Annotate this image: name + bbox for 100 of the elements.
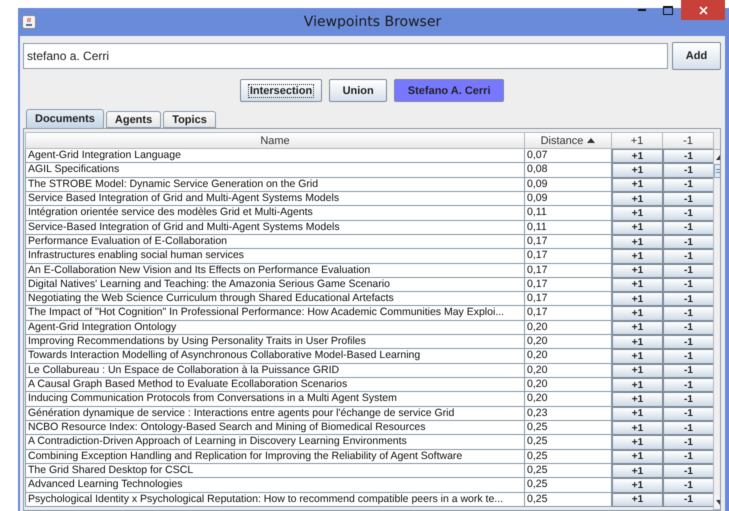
table-cell: 0,20 — [525, 392, 612, 407]
table-cell: Combining Exception Handling and Replication for Improving the Reliability of Agent Software — [25, 450, 525, 464]
table-cell: Service-Based Integration of Grid and Multi-Agent Systems Models — [25, 220, 525, 235]
upvote-button[interactable]: +1 — [612, 292, 663, 306]
upvote-button[interactable]: +1 — [612, 464, 663, 478]
table-cell: 0,20 — [525, 378, 612, 392]
downvote-button[interactable]: -1 — [663, 349, 714, 364]
table-cell: Intégration orientée service des modèles Grid et Multi-Agents — [25, 206, 525, 221]
tab[interactable]: Documents — [26, 109, 104, 128]
table-cell: 0,17 — [525, 278, 612, 292]
table-cell: 0,25 — [525, 464, 612, 478]
close-button[interactable] — [681, 0, 725, 20]
mode-button[interactable]: Intersection — [240, 79, 322, 102]
table-cell: 0,17 — [525, 234, 612, 250]
table-cell: An E-Collaboration New Vision and Its Effects on Performance Evaluation — [25, 264, 525, 278]
table-cell: A Causal Graph Based Method to Evaluate Ecollaboration Scenarios — [25, 378, 525, 392]
upvote-button[interactable]: +1 — [612, 435, 663, 450]
table-cell: The Grid Shared Desktop for CSCL — [25, 464, 525, 478]
downvote-button[interactable]: -1 — [663, 234, 714, 250]
mode-button[interactable]: Union — [329, 79, 388, 102]
search-field[interactable]: stefano a. Cerri — [23, 43, 668, 69]
cup-icon[interactable] — [22, 15, 36, 29]
table-cell: 0,11 — [525, 220, 612, 235]
downvote-button[interactable]: -1 — [663, 378, 714, 392]
upvote-button[interactable]: +1 — [612, 420, 663, 436]
table-cell: 0,17 — [525, 264, 612, 278]
downvote-button[interactable]: -1 — [663, 220, 714, 235]
table-cell: 0,09 — [525, 178, 612, 192]
upvote-button[interactable]: +1 — [612, 149, 663, 164]
table-cell: 0,25 — [525, 435, 612, 450]
downvote-button[interactable]: -1 — [663, 178, 714, 192]
downvote-button[interactable]: -1 — [663, 206, 714, 221]
table-cell: Génération dynamique de service : Interactions entre agents pour l'échange de service Grid — [25, 406, 525, 421]
upvote-button[interactable]: +1 — [612, 163, 663, 178]
table-cell: 0,23 — [525, 406, 612, 421]
downvote-button[interactable]: -1 — [663, 320, 714, 336]
downvote-button[interactable]: -1 — [663, 406, 714, 421]
downvote-button[interactable]: -1 — [663, 192, 714, 206]
add-button[interactable]: Add — [672, 42, 721, 70]
upvote-button[interactable]: +1 — [612, 349, 663, 364]
table-cell: 0,17 — [525, 306, 612, 321]
table-cell: Agent-Grid Integration Language — [25, 149, 525, 164]
upvote-button[interactable]: +1 — [612, 178, 663, 192]
table-cell: 0,08 — [525, 163, 612, 178]
upvote-button[interactable]: +1 — [612, 278, 663, 292]
downvote-button[interactable]: -1 — [663, 249, 714, 264]
upvote-button[interactable]: +1 — [612, 492, 663, 507]
upvote-button[interactable]: +1 — [612, 264, 663, 278]
downvote-button[interactable]: -1 — [663, 163, 714, 178]
table-cell: Advanced Learning Technologies — [25, 478, 525, 492]
table-cell: Agent-Grid Integration Ontology — [25, 320, 525, 336]
table-cell: 0,25 — [525, 478, 612, 492]
downvote-button[interactable]: -1 — [663, 392, 714, 407]
upvote-button[interactable]: +1 — [612, 192, 663, 206]
table-cell: Le Collabureau : Un Espace de Collaboration à la Puissance GRID — [25, 364, 525, 378]
table-cell: 0,11 — [525, 206, 612, 221]
upvote-button[interactable]: +1 — [612, 378, 663, 392]
column-header[interactable]: Distance — [525, 132, 612, 149]
upvote-button[interactable]: +1 — [612, 306, 663, 321]
downvote-button[interactable]: -1 — [663, 306, 714, 321]
upvote-button[interactable]: +1 — [612, 249, 663, 264]
table-cell: Performance Evaluation of E-Collaboration — [25, 234, 525, 250]
downvote-button[interactable]: -1 — [663, 264, 714, 278]
downvote-button[interactable]: -1 — [663, 364, 714, 378]
mode-button[interactable]: Stefano A. Cerri — [394, 79, 504, 102]
window-title: Viewpoints Browser — [302, 14, 442, 30]
downvote-button[interactable]: -1 — [663, 149, 714, 164]
tab[interactable]: Topics — [163, 111, 216, 128]
upvote-button[interactable]: +1 — [612, 234, 663, 250]
table-cell: 0,20 — [525, 349, 612, 364]
upvote-button[interactable]: +1 — [612, 206, 663, 221]
minimize-icon — [638, 9, 646, 11]
table-cell: 0,20 — [525, 320, 612, 336]
maximize-icon — [663, 6, 673, 14]
upvote-button[interactable]: +1 — [612, 335, 663, 350]
upvote-button[interactable]: +1 — [612, 450, 663, 464]
upvote-button[interactable]: +1 — [612, 392, 663, 407]
upvote-button[interactable]: +1 — [612, 364, 663, 378]
upvote-button[interactable]: +1 — [612, 478, 663, 492]
table-cell: Digital Natives' Learning and Teaching: the Amazonia Serious Game Scenario — [25, 278, 525, 292]
upvote-button[interactable]: +1 — [612, 320, 663, 336]
upvote-button[interactable]: +1 — [612, 406, 663, 421]
table-cell: 0,20 — [525, 335, 612, 350]
downvote-button[interactable]: -1 — [663, 420, 714, 436]
downvote-button[interactable]: -1 — [663, 478, 714, 492]
column-header[interactable]: Name — [25, 132, 525, 149]
downvote-button[interactable]: -1 — [663, 435, 714, 450]
downvote-button[interactable]: -1 — [663, 335, 714, 350]
table-cell: Negotiating the Web Science Curriculum through Shared Educational Artefacts — [25, 292, 525, 306]
downvote-button[interactable]: -1 — [663, 292, 714, 306]
downvote-button[interactable]: -1 — [663, 464, 714, 478]
upvote-button[interactable]: +1 — [612, 220, 663, 235]
downvote-button[interactable]: -1 — [663, 492, 714, 507]
column-header[interactable]: +1 — [612, 132, 663, 149]
downvote-button[interactable]: -1 — [663, 278, 714, 292]
tab[interactable]: Agents — [106, 111, 162, 128]
table-cell: 0,20 — [525, 364, 612, 378]
downvote-button[interactable]: -1 — [663, 450, 714, 464]
column-header[interactable]: -1 — [663, 132, 714, 149]
table-cell: Towards Interaction Modelling of Asynchronous Collaborative Model-Based Learning — [25, 349, 525, 364]
